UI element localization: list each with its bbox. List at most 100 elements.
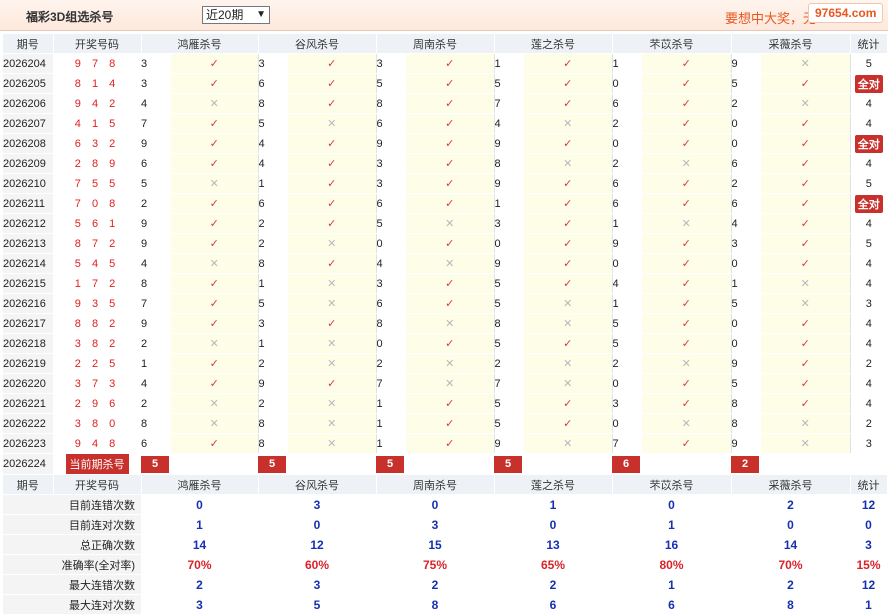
header-expert[interactable]: 鸿雁杀号 [141,474,259,495]
kill-number-cell: 3 [612,393,642,414]
table-header-row: 期号 开奖号码 鸿雁杀号 谷风杀号 周南杀号 莲之杀号 芣苡杀号 采薇杀号 统计 [3,474,888,495]
header-expert[interactable]: 采薇杀号 [731,474,851,495]
kill-number-cell: 1 [258,333,288,354]
check-icon: ✓ [642,53,732,74]
check-icon: ✓ [524,253,613,274]
summary-value: 14 [141,534,258,555]
kill-number-cell: 3 [258,53,288,74]
summary-total: 3 [850,534,887,555]
table-row: 2026206 9 4 2 4 ✕ 8 ✓ 8 ✓ 7 ✓ 6 ✓ 2 ✕ 4 [3,93,887,114]
check-icon: ✓ [406,293,495,314]
kill-number-cell: 6 [258,73,288,94]
kill-number-cell: 2 [258,353,288,374]
kill-number-cell: 5 [494,333,524,354]
summary-value: 0 [141,494,258,515]
kill-number-cell: 9 [258,373,288,394]
check-icon: ✓ [642,393,732,414]
header-expert[interactable]: 莲之杀号 [494,34,613,54]
all-correct-badge: 全对 [854,194,883,213]
check-icon: ✓ [761,173,851,194]
draw-number-cell: 5 4 5 [53,253,141,274]
kill-number-cell: 1 [612,293,642,314]
all-correct-badge: 全对 [854,74,883,93]
cross-icon: ✕ [288,413,377,434]
summary-value: 70% [731,554,850,575]
issue-cell: 2026212 [3,213,53,234]
kill-number-cell: 2 [731,93,761,114]
cross-icon: ✕ [406,213,495,234]
draw-number-cell: 9 4 2 [53,93,141,114]
kill-number-cell: 5 [494,273,524,294]
draw-number-cell: 3 7 3 [53,373,141,394]
header-expert[interactable]: 莲之杀号 [494,474,613,495]
summary-value: 8 [731,594,850,615]
summary-value: 8 [376,594,494,615]
summary-value: 80% [612,554,731,575]
kill-number-cell: 0 [731,253,761,274]
kill-number-cell: 0 [731,113,761,134]
summary-label: 目前连错次数 [3,494,141,515]
kill-number-cell: 5 [731,293,761,314]
kill-number-cell: 0 [612,73,642,94]
current-kill-cell: 2 [731,453,850,475]
summary-value: 0 [376,494,494,515]
kill-number-cell: 8 [376,313,406,334]
kill-number-cell: 8 [494,313,524,334]
summary-label: 总正确次数 [3,534,141,555]
table-row: 2026212 5 6 1 9 ✓ 2 ✓ 5 ✕ 3 ✓ 1 ✕ 4 ✓ 4 [3,213,887,234]
summary-value: 70% [141,554,258,575]
header-expert[interactable]: 谷风杀号 [258,34,377,54]
check-icon: ✓ [524,393,613,414]
summary-value: 6 [494,594,612,615]
period-select[interactable]: 近20期 ▼ [202,6,270,24]
top-bar: 福彩3D组选杀号 近20期 ▼ 要想中大奖，无 97654.com [0,0,888,31]
header-expert[interactable]: 鸿雁杀号 [141,34,259,54]
header-expert[interactable]: 芣苡杀号 [612,34,732,54]
all-correct-badge: 全对 [854,134,883,153]
check-icon: ✓ [288,213,377,234]
check-icon: ✓ [288,193,377,214]
check-icon: ✓ [524,233,613,254]
check-icon: ✓ [761,253,851,274]
issue-cell: 2026209 [3,153,53,174]
cross-icon: ✕ [406,373,495,394]
summary-label: 目前连对次数 [3,514,141,535]
stat-cell: 4 [850,333,887,354]
kill-number-cell: 2 [258,233,288,254]
current-kill-cell: 5 [141,453,258,475]
cross-icon: ✕ [642,413,732,434]
stat-cell: 5 [850,53,887,74]
draw-number-cell: 9 7 8 [53,53,141,74]
kill-number-cell: 0 [731,313,761,334]
kill-number-cell: 8 [494,153,524,174]
header-expert[interactable]: 采薇杀号 [731,34,851,54]
header-expert[interactable]: 周南杀号 [376,474,495,495]
check-icon: ✓ [406,73,495,94]
stat-cell: 3 [850,433,887,454]
cross-icon: ✕ [171,93,259,114]
check-icon: ✓ [171,353,259,374]
draw-number-cell: 2 9 6 [53,393,141,414]
current-kill-number: 2 [731,455,759,473]
issue-cell: 2026216 [3,293,53,314]
header-expert[interactable]: 周南杀号 [376,34,495,54]
header-expert[interactable]: 谷风杀号 [258,474,377,495]
cross-icon: ✕ [171,173,259,194]
kill-number-cell: 6 [141,153,171,174]
check-icon: ✓ [524,193,613,214]
cross-icon: ✕ [288,113,377,134]
kill-number-cell: 6 [258,193,288,214]
cross-icon: ✕ [288,393,377,414]
header-expert[interactable]: 芣苡杀号 [612,474,732,495]
table-row: 2026219 2 2 5 1 ✓ 2 ✕ 2 ✕ 2 ✕ 2 ✕ 9 ✓ 2 [3,353,887,374]
check-icon: ✓ [171,313,259,334]
kill-number-cell: 8 [258,93,288,114]
kill-number-cell: 5 [731,373,761,394]
check-icon: ✓ [761,353,851,374]
check-icon: ✓ [524,273,613,294]
kill-number-cell: 0 [612,413,642,434]
cross-icon: ✕ [761,273,851,294]
check-icon: ✓ [171,273,259,294]
current-kill-number: 5 [258,455,286,473]
kill-number-cell: 3 [376,53,406,74]
